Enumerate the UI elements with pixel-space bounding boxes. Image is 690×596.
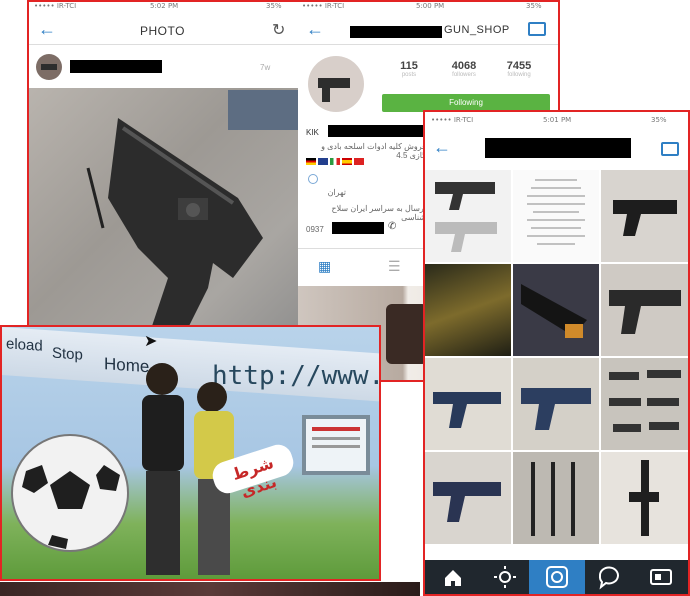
status-bar: ••••• IR-TCI 5:01 PM 35% <box>425 114 688 128</box>
tab-profile[interactable] <box>633 560 688 594</box>
status-time: 5:01 PM <box>543 116 572 124</box>
tab-home[interactable] <box>425 560 481 594</box>
grid-tile[interactable] <box>513 264 599 356</box>
activity-icon <box>598 566 619 590</box>
battery-label: 35% <box>651 116 667 124</box>
carrier-label: ••••• IR-TCI <box>431 116 474 124</box>
home-icon <box>445 570 461 586</box>
camera-icon <box>546 566 568 588</box>
tab-explore[interactable] <box>477 560 533 594</box>
soccer-ball-illustration <box>11 434 129 552</box>
tab-activity[interactable] <box>581 560 637 594</box>
grid-screen: ••••• IR-TCI 5:01 PM 35% ← <box>423 110 690 596</box>
grid-tile[interactable] <box>513 358 599 450</box>
profile-icon <box>650 569 672 585</box>
nav-bar: ← <box>425 132 688 160</box>
back-arrow-icon[interactable]: ← <box>433 138 451 156</box>
tab-bar <box>425 560 688 594</box>
news-photo: eload Stop Home http://www. شرط بندی ➤ <box>0 325 381 581</box>
cursor-icon: ➤ <box>144 333 158 350</box>
grid-tile[interactable] <box>513 452 599 544</box>
grid-tile[interactable] <box>425 264 511 356</box>
grid-tile[interactable] <box>601 170 688 262</box>
bottom-strip <box>0 582 420 596</box>
redacted-username <box>485 138 631 158</box>
grid-tile[interactable] <box>425 358 511 450</box>
grid-tile[interactable] <box>513 170 599 262</box>
grid-tile[interactable] <box>601 452 688 544</box>
grid-tile[interactable] <box>425 170 511 262</box>
share-icon[interactable] <box>661 142 679 156</box>
photo-grid <box>425 170 688 562</box>
grid-tile[interactable] <box>601 358 688 450</box>
stop-word: Stop <box>52 344 83 364</box>
tab-camera[interactable] <box>529 560 585 594</box>
grid-tile[interactable] <box>425 452 511 544</box>
grid-tile[interactable] <box>601 264 688 356</box>
monitor-illustration <box>302 415 370 475</box>
reload-word: eload <box>6 335 43 355</box>
explore-icon <box>494 566 516 588</box>
